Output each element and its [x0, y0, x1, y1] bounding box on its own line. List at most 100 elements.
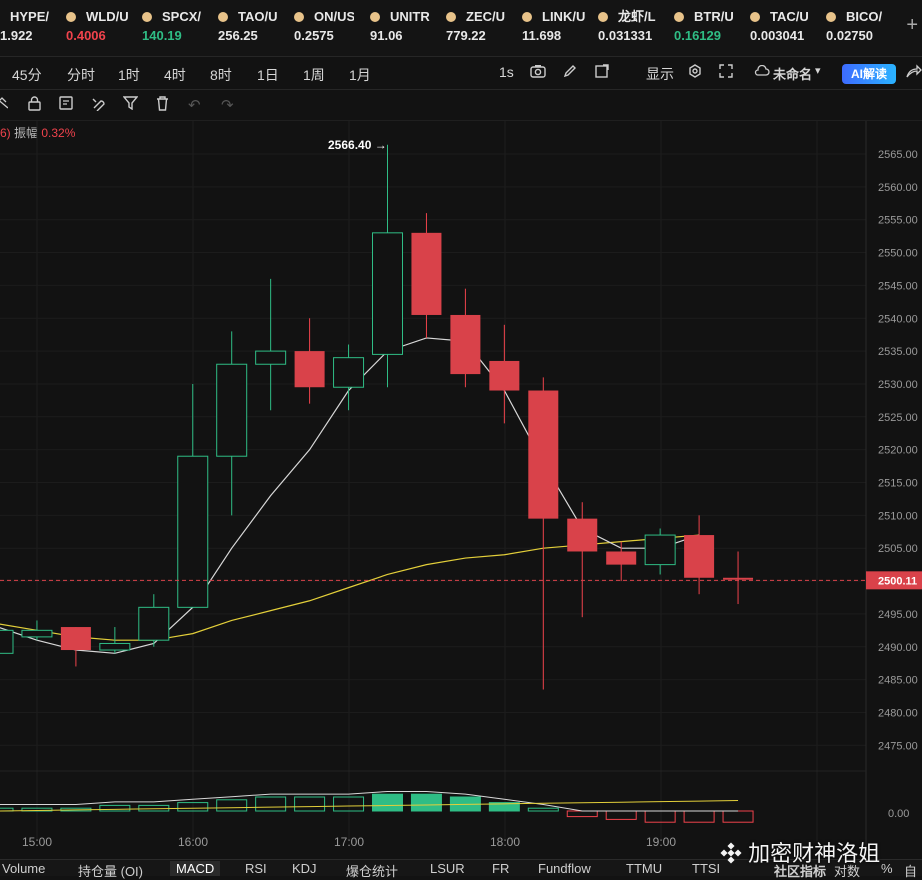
candle-body [216, 363, 248, 457]
ticker-item[interactable]: ZEC/U 779.22 [446, 8, 508, 46]
high-price-annotation: 2566.40 → [328, 138, 387, 152]
price-tick-label: 2475.00 [878, 740, 918, 752]
timeframe-1mo[interactable]: 1月 [349, 65, 371, 85]
price-tick-label: 2550.00 [878, 248, 918, 260]
magnet-icon[interactable] [91, 96, 106, 115]
volume-bar [605, 810, 637, 820]
ticker-item[interactable]: TAO/U 256.25 [218, 8, 282, 46]
volume-bar [372, 793, 403, 812]
note-icon[interactable] [59, 96, 74, 114]
ticker-item[interactable]: ON/US 0.2575 [294, 8, 354, 46]
timeframe-4h[interactable]: 4时 [164, 65, 186, 85]
candle-body [177, 455, 209, 608]
price-tick-label: 2505.00 [878, 543, 918, 555]
ticker-item[interactable]: 龙虾/L 0.031331 [598, 8, 662, 46]
timeframe-1w[interactable]: 1周 [303, 65, 325, 85]
ai-analysis-button[interactable]: AI解读 [842, 64, 896, 84]
interval-selector[interactable]: 1s [499, 64, 514, 80]
candle-body [0, 629, 14, 654]
ticker-price: 0.02750 [826, 28, 873, 43]
coin-icon [218, 12, 228, 22]
candle-body [294, 351, 325, 388]
coin-icon [66, 12, 76, 22]
candle-body [528, 390, 559, 519]
volume-axis-label: 0.00 [888, 808, 909, 820]
time-tick-label: 18:00 [490, 835, 520, 849]
tab-fundflow[interactable]: Fundflow [538, 861, 591, 876]
price-tick-label: 2545.00 [878, 280, 918, 292]
ticker-price: 140.19 [142, 28, 182, 43]
edit-icon[interactable] [563, 64, 577, 81]
ticker-item[interactable]: WLD/U 0.4006 [66, 8, 136, 46]
magnet-off-icon[interactable] [0, 96, 9, 114]
tab-fr[interactable]: FR [492, 861, 509, 876]
add-ticker-icon[interactable]: + [906, 14, 918, 37]
volume-bar [722, 810, 754, 823]
timeframe-8h[interactable]: 8时 [210, 65, 232, 85]
trash-icon[interactable] [156, 96, 169, 115]
timeframe-45m[interactable]: 45分 [12, 65, 42, 85]
tab-ttsi[interactable]: TTSI [692, 861, 720, 876]
ticker-item[interactable]: BTR/U 0.16129 [674, 8, 738, 46]
coin-icon [598, 12, 608, 22]
fullscreen-icon[interactable] [719, 64, 733, 81]
ticker-price: 0.16129 [674, 28, 721, 43]
ticker-item[interactable]: LINK/U 11.698 [522, 8, 588, 46]
ticker-price: 0.003041 [750, 28, 805, 43]
volume-bar [216, 799, 248, 812]
timeframe-1d[interactable]: 1日 [257, 65, 279, 85]
candle-body [333, 357, 365, 388]
price-axis: 2565.00 2560.00 2555.00 2550.00 2545.00 2540.… [878, 149, 918, 820]
tab-lsur[interactable]: LSUR [430, 861, 465, 876]
coin-icon [522, 12, 532, 22]
filter-icon[interactable] [122, 96, 139, 114]
undo-icon[interactable]: ↶ [188, 96, 201, 114]
camera-icon[interactable] [530, 64, 546, 81]
candle-body [489, 360, 520, 391]
tab-liquidation-stats[interactable]: 爆仓统计 [346, 861, 398, 880]
settings-icon[interactable] [688, 64, 702, 81]
tab-percent[interactable]: % [881, 861, 893, 876]
chevron-down-icon[interactable]: ▾ [815, 64, 821, 77]
lock-icon[interactable] [28, 96, 41, 115]
macd-signal-line [0, 791, 739, 812]
ticker-price: 0.2575 [294, 28, 334, 43]
tab-auto[interactable]: 自 [904, 861, 917, 880]
volume-bar [644, 810, 676, 823]
price-tick-label: 2565.00 [878, 149, 918, 161]
candlestick-chart[interactable]: 2565.00 2560.00 2555.00 2550.00 2545.00 2540.… [0, 121, 922, 859]
ticker-item[interactable]: HYPE/ 1.922 [0, 8, 56, 46]
timeframe-1h[interactable]: 1时 [118, 65, 140, 85]
price-tick-label: 2490.00 [878, 642, 918, 654]
ticker-item[interactable]: TAC/U 0.003041 [750, 8, 814, 46]
share-icon[interactable] [906, 64, 922, 81]
tab-ttmu[interactable]: TTMU [626, 861, 662, 876]
ticker-item[interactable]: BICO/ 0.02750 [826, 8, 888, 46]
coin-icon [142, 12, 152, 22]
tab-kdj[interactable]: KDJ [292, 861, 317, 876]
tab-volume[interactable]: Volume [2, 861, 45, 876]
redo-icon[interactable]: ↷ [221, 96, 234, 114]
ticker-strip: HYPE/ 1.922 WLD/U 0.4006 SPCX/ 140.19 TA… [0, 0, 922, 57]
drawing-toolbar [0, 90, 922, 121]
volume-bar [683, 810, 715, 823]
tab-open-interest[interactable]: 持仓量 (OI) [78, 861, 143, 880]
tab-macd[interactable]: MACD [170, 861, 221, 876]
timeframe-line[interactable]: 分时 [67, 65, 95, 85]
ticker-item[interactable]: SPCX/ 140.19 [142, 8, 206, 46]
volume-bar [410, 793, 442, 812]
candle-body [684, 535, 715, 578]
candle-body [138, 606, 170, 641]
tab-rsi[interactable]: RSI [245, 861, 267, 876]
ticker-price: 91.06 [370, 28, 403, 43]
coin-icon [826, 12, 836, 22]
display-button[interactable]: 显示 [646, 64, 674, 84]
ticker-item[interactable]: UNITR 91.06 [370, 8, 432, 46]
ticker-name: HYPE/ [10, 9, 50, 24]
volume-bar [99, 804, 131, 812]
layout-name-dropdown[interactable]: 未命名 [773, 64, 812, 83]
volume-bar [527, 807, 559, 812]
popout-icon[interactable] [595, 64, 609, 81]
price-tick-label: 2515.00 [878, 478, 918, 490]
volume-bar [566, 810, 598, 818]
